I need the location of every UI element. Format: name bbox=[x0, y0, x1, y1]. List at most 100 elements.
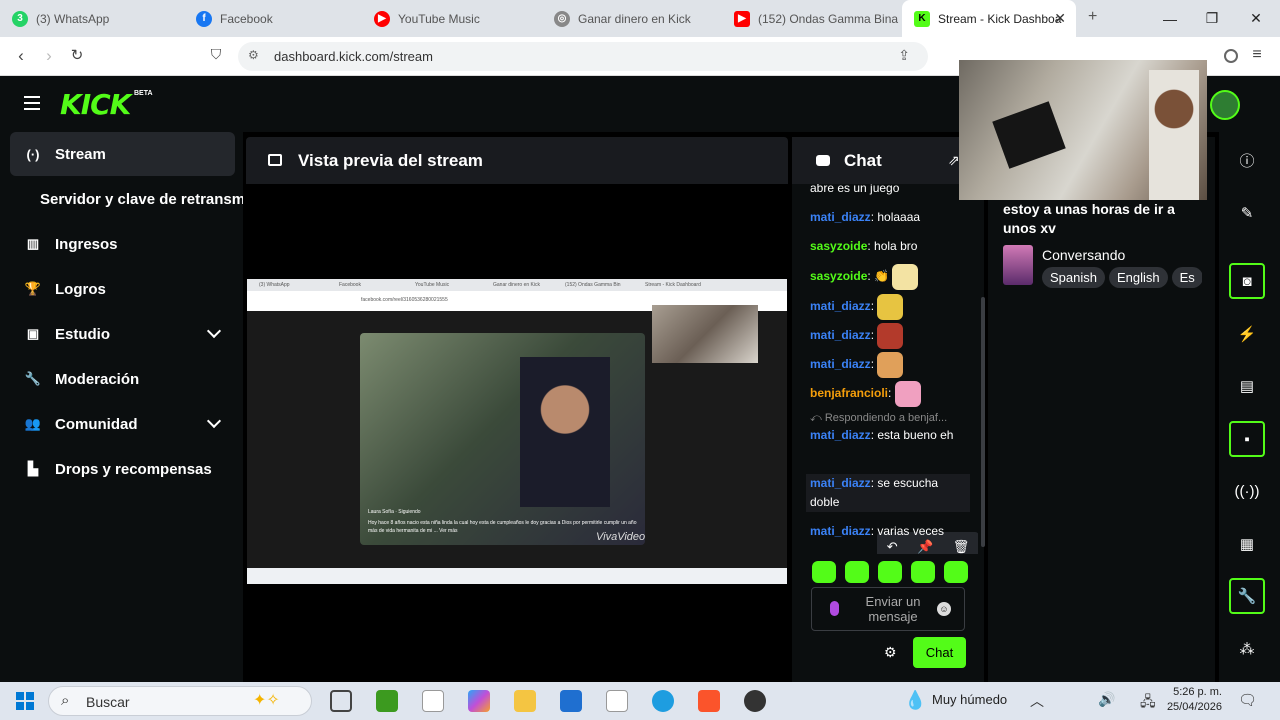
close-window-button[interactable]: ✕ bbox=[1234, 0, 1278, 37]
reload-button[interactable]: ↻ bbox=[66, 46, 88, 64]
pin-icon[interactable]: 📌 bbox=[917, 539, 933, 554]
address-bar[interactable]: ⚙ dashboard.kick.com/stream ⇪ bbox=[238, 42, 928, 71]
lightning-icon[interactable]: ⚡ bbox=[1229, 316, 1265, 352]
category-name[interactable]: Conversando bbox=[1042, 247, 1125, 263]
copilot-icon[interactable] bbox=[468, 690, 490, 712]
chat-username[interactable]: mati_diazz bbox=[810, 328, 871, 342]
sidebar-item-estudio[interactable]: ▣ Estudio bbox=[10, 312, 235, 356]
minimize-button[interactable]: — bbox=[1148, 0, 1192, 37]
weather-icon: 💧 bbox=[904, 690, 927, 710]
tag[interactable]: English bbox=[1108, 267, 1168, 288]
chat-scrollbar[interactable] bbox=[981, 297, 985, 547]
tab-kick-dashboard[interactable]: K Stream - Kick Dashboa ✕ bbox=[902, 0, 1076, 37]
taskbar-search[interactable]: ⌕ Buscar ✦✧ bbox=[48, 686, 312, 716]
community-icon: 👥 bbox=[24, 416, 42, 431]
community-icon[interactable]: ⁂ bbox=[1229, 631, 1265, 667]
chat-username[interactable]: mati_diazz bbox=[810, 476, 871, 490]
volume-icon[interactable]: 🔊 bbox=[1098, 691, 1115, 708]
notepad-icon[interactable] bbox=[422, 690, 444, 712]
popout-icon[interactable]: ⇗ bbox=[948, 152, 960, 169]
chat-username[interactable]: benjafrancioli bbox=[810, 386, 888, 400]
close-tab-icon[interactable]: ✕ bbox=[1054, 10, 1066, 27]
user-avatar[interactable] bbox=[1210, 90, 1240, 120]
chat-username[interactable]: sasyzoide bbox=[810, 269, 867, 283]
tag[interactable]: Spanish bbox=[1042, 267, 1105, 288]
network-icon[interactable]: 🖧 bbox=[1140, 691, 1156, 715]
document-icon[interactable] bbox=[606, 690, 628, 712]
emote-icon[interactable] bbox=[944, 561, 968, 583]
minecraft-icon[interactable] bbox=[376, 690, 398, 712]
search-icon: ⌕ bbox=[61, 692, 70, 709]
emoji-icon[interactable]: ☺ bbox=[937, 602, 951, 616]
emote-icon[interactable] bbox=[911, 561, 935, 583]
tab-youtube-music[interactable]: ▶ YouTube Music bbox=[362, 0, 540, 37]
clock[interactable]: 5:26 p. m. 25/04/2026 bbox=[1166, 685, 1222, 715]
chat-username[interactable]: sasyzoide bbox=[810, 239, 867, 253]
edge-icon[interactable] bbox=[652, 690, 674, 712]
hamburger-menu-icon[interactable] bbox=[24, 96, 40, 110]
bookmark-icon[interactable]: ⛉ bbox=[205, 46, 227, 63]
sidebar-item-stream[interactable]: (·) Stream bbox=[10, 132, 235, 176]
weather-text[interactable]: Muy húmedo bbox=[932, 692, 1007, 707]
file-explorer-icon[interactable] bbox=[514, 690, 536, 712]
vpn-icon[interactable] bbox=[1224, 49, 1238, 63]
emote-icon[interactable] bbox=[878, 561, 902, 583]
back-button[interactable]: ‹ bbox=[10, 46, 32, 66]
tab-ganar-dinero[interactable]: ◎ Ganar dinero en Kick bbox=[542, 0, 720, 37]
info-icon[interactable]: ⓘ bbox=[1229, 142, 1265, 178]
layout-icon[interactable]: ▦ bbox=[1229, 526, 1265, 562]
share-icon[interactable]: ⇪ bbox=[898, 47, 910, 64]
chat-username[interactable]: mati_diazz bbox=[810, 210, 871, 224]
sidebar-item-logros[interactable]: 🏆 Logros bbox=[10, 267, 235, 311]
obs-icon[interactable] bbox=[744, 690, 766, 712]
screenshot-icon[interactable]: ◙ bbox=[1229, 263, 1265, 299]
sidebar-item-ingresos[interactable]: ▥ Ingresos bbox=[10, 222, 235, 266]
chat-icon[interactable]: ▪ bbox=[1229, 421, 1265, 457]
emote-icon[interactable] bbox=[812, 561, 836, 583]
microphone-icon[interactable] bbox=[830, 601, 839, 616]
chat-message-hovered: mati_diazz: se escucha doble bbox=[806, 474, 970, 512]
chat-input[interactable]: Enviar un mensaje ☺ bbox=[811, 587, 965, 631]
preview-title: Vista previa del stream bbox=[298, 151, 483, 170]
site-settings-icon[interactable]: ⚙ bbox=[248, 48, 259, 62]
new-tab-button[interactable]: + bbox=[1088, 8, 1097, 26]
preview-header: Vista previa del stream bbox=[246, 137, 788, 184]
emote-icon[interactable] bbox=[845, 561, 869, 583]
sidebar-item-server-key[interactable]: Servidor y clave de retransm bbox=[10, 177, 243, 221]
maximize-button[interactable]: ❐ bbox=[1190, 0, 1234, 37]
send-chat-button[interactable]: Chat bbox=[913, 637, 966, 668]
chat-username[interactable]: mati_diazz bbox=[810, 299, 871, 313]
trash-icon[interactable]: 🗑 bbox=[953, 539, 970, 554]
captured-reel-image bbox=[520, 357, 610, 507]
captured-watermark: VivaVideo bbox=[596, 531, 646, 543]
category-thumbnail[interactable] bbox=[1003, 245, 1033, 285]
document-icon[interactable]: ▤ bbox=[1229, 368, 1265, 404]
chat-username[interactable]: mati_diazz bbox=[810, 428, 871, 442]
forward-button[interactable]: › bbox=[38, 46, 60, 66]
kick-logo[interactable]: KICK bbox=[60, 88, 131, 121]
reply-icon[interactable]: ↶ bbox=[887, 539, 898, 554]
task-view-icon[interactable] bbox=[330, 690, 352, 712]
wrench-icon[interactable]: 🔧 bbox=[1229, 578, 1265, 614]
tab-whatsapp[interactable]: 3 (3) WhatsApp bbox=[0, 0, 182, 37]
stream-preview-video[interactable]: (3) WhatsApp Facebook YouTube Music Gana… bbox=[247, 279, 787, 584]
sidebar-item-comunidad[interactable]: 👥 Comunidad bbox=[10, 402, 235, 446]
tab-label: (152) Ondas Gamma Bina bbox=[758, 11, 899, 26]
edit-icon[interactable]: ✎ bbox=[1229, 195, 1265, 231]
captured-tab: Stream - Kick Dashboard bbox=[645, 282, 701, 288]
tab-ondas-gamma[interactable]: ▶ (152) Ondas Gamma Bina bbox=[722, 0, 900, 37]
windows-start-icon[interactable] bbox=[16, 692, 34, 710]
tab-facebook[interactable]: f Facebook bbox=[184, 0, 362, 37]
sidebar-item-drops[interactable]: ▙ Drops y recompensas bbox=[10, 447, 235, 491]
brave-icon[interactable] bbox=[698, 690, 720, 712]
notification-icon[interactable]: 🗨 bbox=[1238, 691, 1257, 709]
chat-username[interactable]: mati_diazz bbox=[810, 357, 871, 371]
outlook-icon[interactable] bbox=[560, 690, 582, 712]
sidebar-item-moderacion[interactable]: 🔧 Moderación bbox=[10, 357, 235, 401]
chevron-up-icon[interactable]: ︿ bbox=[1030, 691, 1044, 711]
broadcast-icon[interactable]: ((·)) bbox=[1229, 473, 1265, 509]
chat-username[interactable]: mati_diazz bbox=[810, 524, 871, 538]
menu-icon[interactable]: ≡ bbox=[1246, 46, 1268, 64]
chat-settings-icon[interactable]: ⚙ bbox=[884, 644, 897, 661]
tag[interactable]: Es bbox=[1171, 267, 1202, 288]
